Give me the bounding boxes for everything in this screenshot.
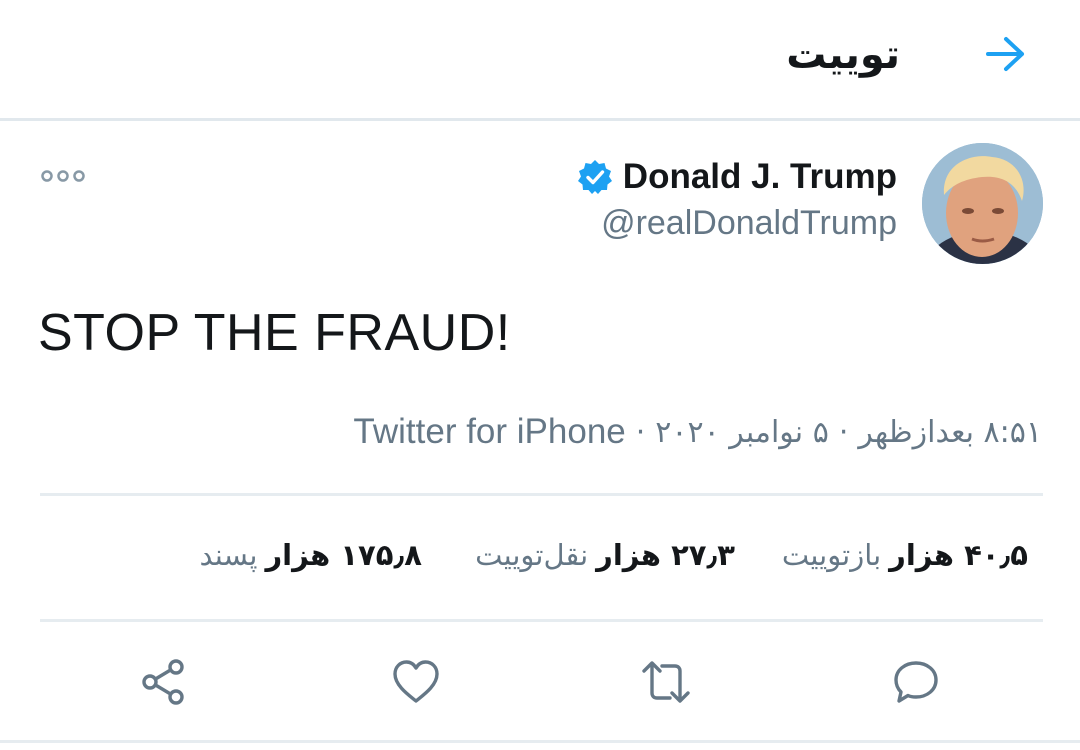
reply-icon xyxy=(894,661,938,703)
divider xyxy=(40,493,1043,496)
meta-separator: · xyxy=(635,414,646,450)
share-icon xyxy=(142,659,184,705)
retweet-button[interactable] xyxy=(636,652,696,712)
author-handle[interactable]: @realDonaldTrump xyxy=(601,204,897,243)
arrow-right-icon xyxy=(986,37,1024,71)
tweet-time: ۸:۵۱ بعدازظهر xyxy=(858,414,1042,450)
share-button[interactable] xyxy=(134,652,194,712)
retweets-stat[interactable]: ۴۰٫۵ هزار بازتوییت xyxy=(782,538,1028,572)
back-button[interactable] xyxy=(978,30,1034,78)
author-display-name: Donald J. Trump xyxy=(622,157,897,196)
likes-label: پسند xyxy=(199,538,258,572)
author-name-row[interactable]: Donald J. Trump xyxy=(577,155,897,199)
quotes-stat[interactable]: ۲۷٫۳ هزار نقل‌توییت xyxy=(475,538,735,572)
heart-icon xyxy=(393,660,439,703)
like-button[interactable] xyxy=(386,652,446,712)
verified-badge-icon xyxy=(577,160,612,194)
likes-count: ۱۷۵٫۸ هزار xyxy=(265,538,422,572)
avatar-image xyxy=(922,143,1043,264)
quotes-label: نقل‌توییت xyxy=(475,538,589,572)
retweets-count: ۴۰٫۵ هزار xyxy=(889,538,1028,572)
more-options-button[interactable] xyxy=(40,166,86,186)
reply-button[interactable] xyxy=(886,652,946,712)
top-bar: توییت xyxy=(0,0,1080,121)
tweet-source-link[interactable]: Twitter for iPhone xyxy=(353,412,625,452)
page-title: توییت xyxy=(786,32,900,78)
retweets-label: بازتوییت xyxy=(781,538,882,572)
likes-stat[interactable]: ۱۷۵٫۸ هزار پسند xyxy=(200,538,422,572)
retweet-icon xyxy=(642,661,690,703)
meta-separator: · xyxy=(838,414,849,450)
avatar[interactable] xyxy=(922,143,1043,264)
quotes-count: ۲۷٫۳ هزار xyxy=(596,538,735,572)
more-dots-icon xyxy=(41,170,85,182)
tweet-meta: ۸:۵۱ بعدازظهر · ۵ نوامبر ۲۰۲۰ · Twitter … xyxy=(353,412,1042,452)
tweet-text: STOP THE FRAUD! xyxy=(38,304,511,362)
tweet-date: ۵ نوامبر ۲۰۲۰ xyxy=(655,414,829,450)
divider xyxy=(40,619,1043,622)
divider xyxy=(0,740,1080,743)
